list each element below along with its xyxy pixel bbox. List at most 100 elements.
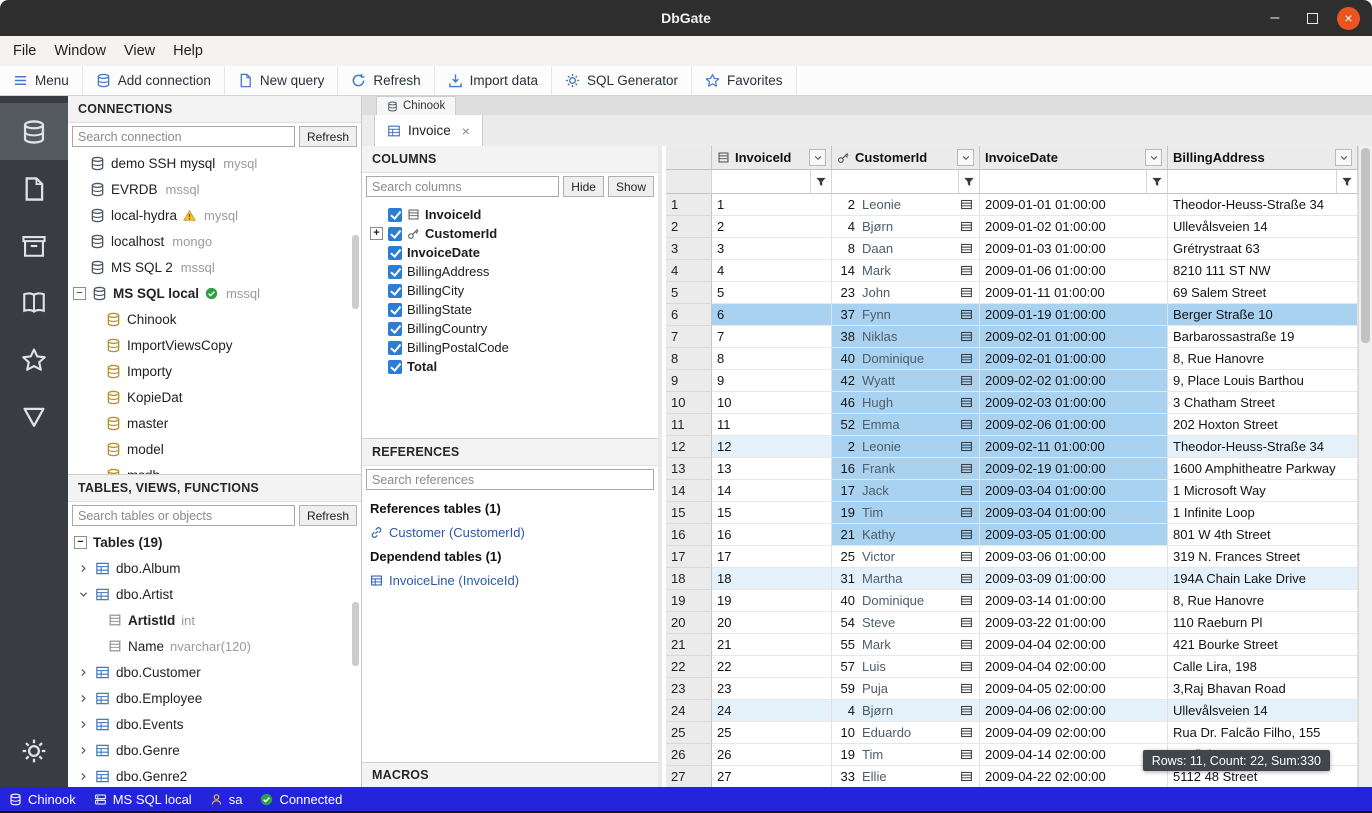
tree-table-dbo-events[interactable]: dbo.Events: [68, 711, 361, 737]
row-number[interactable]: 19: [666, 590, 712, 612]
cell-invoiceid[interactable]: 17: [712, 546, 832, 568]
checkbox-checked[interactable]: [388, 322, 402, 336]
cell-invoiceid[interactable]: 4: [712, 260, 832, 282]
column-menu-button[interactable]: [809, 149, 826, 166]
cell-invoicedate[interactable]: 2009-04-09 02:00:00: [980, 722, 1168, 744]
cell-customerid[interactable]: 10Eduardo: [832, 722, 980, 744]
cell-billingaddress[interactable]: Berger Straße 10: [1168, 304, 1358, 326]
cell-invoiceid[interactable]: 22: [712, 656, 832, 678]
cell-invoiceid[interactable]: 8: [712, 348, 832, 370]
column-menu-button[interactable]: [1145, 149, 1162, 166]
foreign-key-lookup-button[interactable]: [960, 242, 974, 255]
cell-customerid[interactable]: 40Dominique: [832, 348, 980, 370]
cell-invoicedate[interactable]: 2009-01-01 01:00:00: [980, 194, 1168, 216]
foreign-key-lookup-button[interactable]: [960, 660, 974, 673]
column-toggle-billingpostalcode[interactable]: BillingPostalCode: [362, 338, 658, 357]
cell-billingaddress[interactable]: 1600 Amphitheatre Parkway: [1168, 458, 1358, 480]
cell-customerid[interactable]: 25Victor: [832, 546, 980, 568]
tree-column-name[interactable]: Namenvarchar(120): [68, 633, 361, 659]
cell-billingaddress[interactable]: 202 Hoxton Street: [1168, 414, 1358, 436]
cell-invoicedate[interactable]: 2009-02-06 01:00:00: [980, 414, 1168, 436]
cell-invoiceid[interactable]: 5: [712, 282, 832, 304]
cell-customerid[interactable]: 57Luis: [832, 656, 980, 678]
column-toggle-invoicedate[interactable]: InvoiceDate: [362, 243, 658, 262]
cell-billingaddress[interactable]: 319 N. Frances Street: [1168, 546, 1358, 568]
foreign-key-lookup-button[interactable]: [960, 726, 974, 739]
columns-hide-button[interactable]: Hide: [563, 176, 604, 197]
foreign-key-lookup-button[interactable]: [960, 374, 974, 387]
row-number[interactable]: 12: [666, 436, 712, 458]
tab-close-icon[interactable]: ×: [462, 123, 470, 139]
filter-input-invoicedate[interactable]: [980, 170, 1146, 193]
foreign-key-lookup-button[interactable]: [960, 198, 974, 211]
toolbar-refresh-button[interactable]: Refresh: [338, 66, 434, 95]
tree-table-dbo-genre2[interactable]: dbo.Genre2: [68, 763, 361, 787]
connection-item-evrdb[interactable]: EVRDBmssql: [68, 176, 361, 202]
cell-billingaddress[interactable]: 8, Rue Hanovre: [1168, 590, 1358, 612]
cell-customerid[interactable]: 37Fynn: [832, 304, 980, 326]
cell-invoicedate[interactable]: 2009-01-19 01:00:00: [980, 304, 1168, 326]
foreign-key-lookup-button[interactable]: [960, 396, 974, 409]
row-number[interactable]: 21: [666, 634, 712, 656]
toolbar-import-data-button[interactable]: Import data: [435, 66, 552, 95]
cell-invoiceid[interactable]: 21: [712, 634, 832, 656]
cell-invoicedate[interactable]: 2009-04-05 02:00:00: [980, 678, 1168, 700]
cell-customerid[interactable]: 2Leonie: [832, 194, 980, 216]
toolbar-favorites-button[interactable]: Favorites: [692, 66, 797, 95]
cell-invoiceid[interactable]: 12: [712, 436, 832, 458]
cell-invoicedate[interactable]: 2009-03-05 01:00:00: [980, 524, 1168, 546]
foreign-key-lookup-button[interactable]: [960, 704, 974, 717]
toolbar-add-connection-button[interactable]: Add connection: [83, 66, 225, 95]
cell-billingaddress[interactable]: Grétrystraat 63: [1168, 238, 1358, 260]
tree-table-dbo-album[interactable]: dbo.Album: [68, 555, 361, 581]
foreign-key-lookup-button[interactable]: [960, 616, 974, 629]
tree-table-dbo-genre[interactable]: dbo.Genre: [68, 737, 361, 763]
cell-invoicedate[interactable]: 2009-01-06 01:00:00: [980, 260, 1168, 282]
cell-invoiceid[interactable]: 27: [712, 766, 832, 787]
cell-customerid[interactable]: 4Bjørn: [832, 700, 980, 722]
foreign-key-lookup-button[interactable]: [960, 352, 974, 365]
filter-button[interactable]: [810, 170, 831, 193]
cell-customerid[interactable]: 55Mark: [832, 634, 980, 656]
tree-table-dbo-customer[interactable]: dbo.Customer: [68, 659, 361, 685]
cell-billingaddress[interactable]: 801 W 4th Street: [1168, 524, 1358, 546]
grid-scrollbar-thumb[interactable]: [1361, 148, 1370, 343]
column-header-billingaddress[interactable]: BillingAddress: [1168, 146, 1358, 170]
row-number[interactable]: 22: [666, 656, 712, 678]
row-number[interactable]: 26: [666, 744, 712, 766]
column-header-customerid[interactable]: CustomerId: [832, 146, 980, 170]
cell-invoicedate[interactable]: 2009-03-04 01:00:00: [980, 480, 1168, 502]
foreign-key-lookup-button[interactable]: [960, 264, 974, 277]
row-number[interactable]: 3: [666, 238, 712, 260]
cell-invoiceid[interactable]: 9: [712, 370, 832, 392]
statusbar-server[interactable]: MS SQL local: [85, 787, 201, 811]
row-number[interactable]: 27: [666, 766, 712, 787]
cell-billingaddress[interactable]: 9, Place Louis Barthou: [1168, 370, 1358, 392]
connection-item-importy[interactable]: Importy: [68, 358, 361, 384]
references-search-input[interactable]: [366, 469, 654, 490]
column-expander[interactable]: +: [370, 227, 383, 240]
tree-table-dbo-employee[interactable]: dbo.Employee: [68, 685, 361, 711]
cell-customerid[interactable]: 4Bjørn: [832, 216, 980, 238]
cell-billingaddress[interactable]: Calle Lira, 198: [1168, 656, 1358, 678]
row-number[interactable]: 16: [666, 524, 712, 546]
cell-invoicedate[interactable]: 2009-04-22 02:00:00: [980, 766, 1168, 787]
maximize-button[interactable]: [1300, 6, 1324, 30]
toolbar-sql-generator-button[interactable]: SQL Generator: [552, 66, 692, 95]
row-number[interactable]: 9: [666, 370, 712, 392]
reference-link-invoiceline-invoiceid[interactable]: InvoiceLine (InvoiceId): [370, 570, 650, 591]
cell-billingaddress[interactable]: 421 Bourke Street: [1168, 634, 1358, 656]
foreign-key-lookup-button[interactable]: [960, 770, 974, 783]
menu-file[interactable]: File: [4, 36, 45, 66]
cell-customerid[interactable]: 52Emma: [832, 414, 980, 436]
foreign-key-lookup-button[interactable]: [960, 528, 974, 541]
filter-button[interactable]: [958, 170, 979, 193]
menu-help[interactable]: Help: [164, 36, 212, 66]
checkbox-checked[interactable]: [388, 246, 402, 260]
column-toggle-billingstate[interactable]: BillingState: [362, 300, 658, 319]
checkbox-checked[interactable]: [388, 303, 402, 317]
cell-customerid[interactable]: 19Tim: [832, 502, 980, 524]
statusbar-user[interactable]: sa: [201, 787, 252, 811]
foreign-key-lookup-button[interactable]: [960, 220, 974, 233]
column-toggle-billingcity[interactable]: BillingCity: [362, 281, 658, 300]
